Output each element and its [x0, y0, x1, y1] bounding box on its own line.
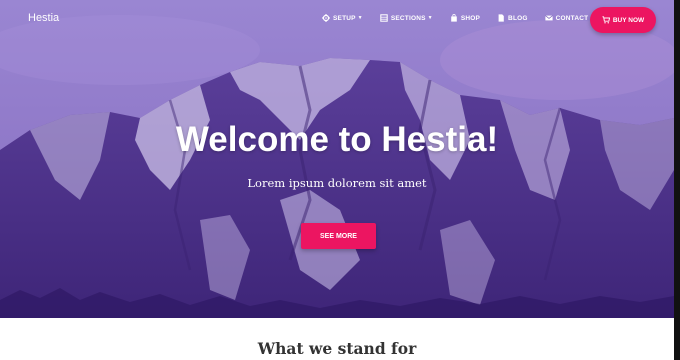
bag-icon — [450, 14, 458, 22]
nav-item-sections[interactable]: SECTIONS ▼ — [380, 14, 433, 22]
chevron-down-icon: ▼ — [427, 15, 433, 21]
nav-item-label: BLOG — [508, 14, 528, 22]
hero-title: Welcome to Hestia! — [175, 120, 499, 159]
nav-item-shop[interactable]: SHOP — [450, 14, 480, 22]
nav-item-label: SETUP — [333, 14, 356, 22]
hero-section: Hestia SETUP ▼ SECTIONS ▼ SHOP BLOG CONT… — [0, 0, 674, 318]
cart-icon — [602, 16, 610, 24]
nav-item-label: SECTIONS — [390, 14, 426, 22]
document-icon — [497, 14, 505, 22]
nav-item-label: CONTACT — [555, 14, 589, 22]
chevron-down-icon: ▼ — [357, 15, 363, 21]
sections-icon — [380, 14, 388, 22]
gear-icon — [322, 14, 330, 22]
nav-item-blog[interactable]: BLOG — [497, 14, 528, 22]
nav-item-contact[interactable]: CONTACT — [544, 14, 589, 22]
nav-item-label: SHOP — [460, 14, 481, 22]
brand-logo[interactable]: Hestia — [28, 12, 59, 24]
nav-item-setup[interactable]: SETUP ▼ — [322, 14, 363, 22]
envelope-icon — [544, 14, 553, 22]
section-title: What we stand for — [257, 339, 417, 358]
see-more-button[interactable]: SEE MORE — [301, 223, 376, 249]
nav-menu: SETUP ▼ SECTIONS ▼ SHOP BLOG CONTACT — [322, 14, 605, 22]
top-navbar: Hestia SETUP ▼ SECTIONS ▼ SHOP BLOG CONT… — [0, 0, 674, 40]
buy-now-label: BUY NOW — [612, 16, 645, 24]
hero-subtitle: Lorem ipsum dolorem sit amet — [247, 176, 427, 190]
buy-now-button[interactable]: BUY NOW — [590, 7, 656, 33]
